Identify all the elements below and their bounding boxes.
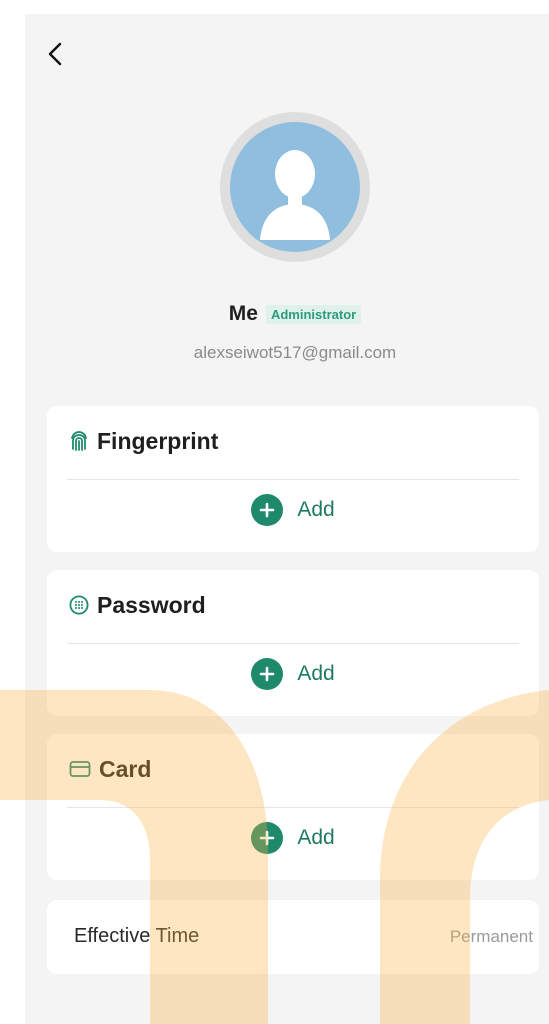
effective-time-label: Effective Time bbox=[74, 925, 200, 947]
add-label: Add bbox=[297, 498, 335, 521]
user-silhouette-icon bbox=[260, 150, 330, 240]
plus-circle-icon bbox=[251, 494, 284, 526]
plus-circle-icon bbox=[251, 822, 284, 854]
card-icon bbox=[69, 761, 91, 777]
avatar-ring bbox=[220, 112, 370, 262]
add-fingerprint-button[interactable]: Add bbox=[47, 494, 539, 526]
password-section: Password Add bbox=[47, 570, 539, 716]
fingerprint-icon bbox=[71, 431, 87, 451]
add-password-button[interactable]: Add bbox=[47, 658, 539, 690]
divider bbox=[67, 807, 519, 808]
card-title: Card bbox=[99, 755, 152, 782]
effective-time-row[interactable]: Effective Time Permanent bbox=[47, 900, 539, 974]
card-header: Card bbox=[69, 734, 151, 804]
add-label: Add bbox=[297, 662, 335, 685]
add-label: Add bbox=[297, 826, 335, 849]
name-row: Me Administrator bbox=[25, 302, 549, 326]
divider bbox=[67, 479, 519, 480]
plus-circle-icon bbox=[251, 658, 284, 690]
chevron-left-icon bbox=[48, 42, 62, 66]
password-title: Password bbox=[97, 591, 206, 618]
divider bbox=[67, 643, 519, 644]
fingerprint-header: Fingerprint bbox=[69, 406, 218, 476]
add-card-button[interactable]: Add bbox=[47, 822, 539, 854]
effective-time-value: Permanent bbox=[449, 927, 533, 946]
back-button[interactable] bbox=[41, 36, 69, 72]
keypad-icon bbox=[69, 595, 89, 615]
role-badge: Administrator bbox=[265, 304, 362, 324]
user-email: alexseiwot517@gmail.com bbox=[193, 343, 397, 362]
fingerprint-title: Fingerprint bbox=[97, 427, 219, 454]
avatar[interactable] bbox=[230, 122, 360, 252]
user-name: Me bbox=[228, 302, 258, 325]
password-header: Password bbox=[69, 570, 206, 640]
user-detail-screen: Me Administrator alexseiwot517@gmail.com… bbox=[25, 14, 549, 1024]
fingerprint-section: Fingerprint Add bbox=[47, 406, 539, 552]
card-section: Card Add bbox=[47, 734, 539, 880]
